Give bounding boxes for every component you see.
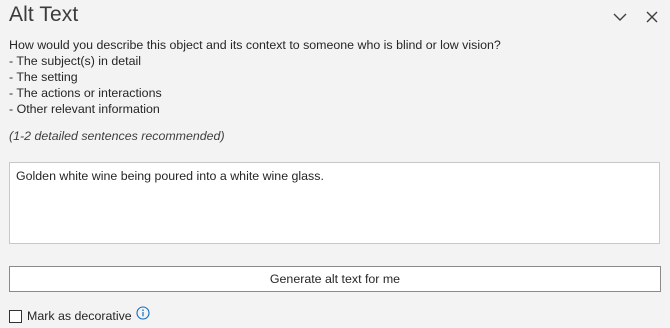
mark-decorative-label[interactable]: Mark as decorative <box>27 309 132 323</box>
generate-alt-text-button[interactable]: Generate alt text for me <box>9 266 661 292</box>
collapse-pane-button[interactable] <box>611 8 629 26</box>
alt-text-input[interactable] <box>9 162 660 244</box>
close-pane-button[interactable] <box>643 8 661 26</box>
mark-decorative-checkbox[interactable] <box>9 309 22 323</box>
prompt-bullet: - The setting <box>9 70 78 84</box>
prompt-question: How would you describe this object and i… <box>9 38 501 52</box>
prompt-bullet: - The subject(s) in detail <box>9 54 141 68</box>
chevron-down-icon <box>613 13 627 21</box>
pane-title: Alt Text <box>9 3 79 26</box>
close-icon <box>646 11 658 23</box>
prompt-bullet: - Other relevant information <box>9 102 160 116</box>
decorative-option: Mark as decorative <box>9 306 150 324</box>
prompt-bullet: - The actions or interactions <box>9 86 162 100</box>
alt-text-pane: Alt Text How would you describe this obj… <box>0 0 670 328</box>
sentence-hint: (1-2 detailed sentences recommended) <box>9 129 225 143</box>
description-prompt: How would you describe this object and i… <box>9 37 501 117</box>
info-icon[interactable] <box>136 306 150 320</box>
